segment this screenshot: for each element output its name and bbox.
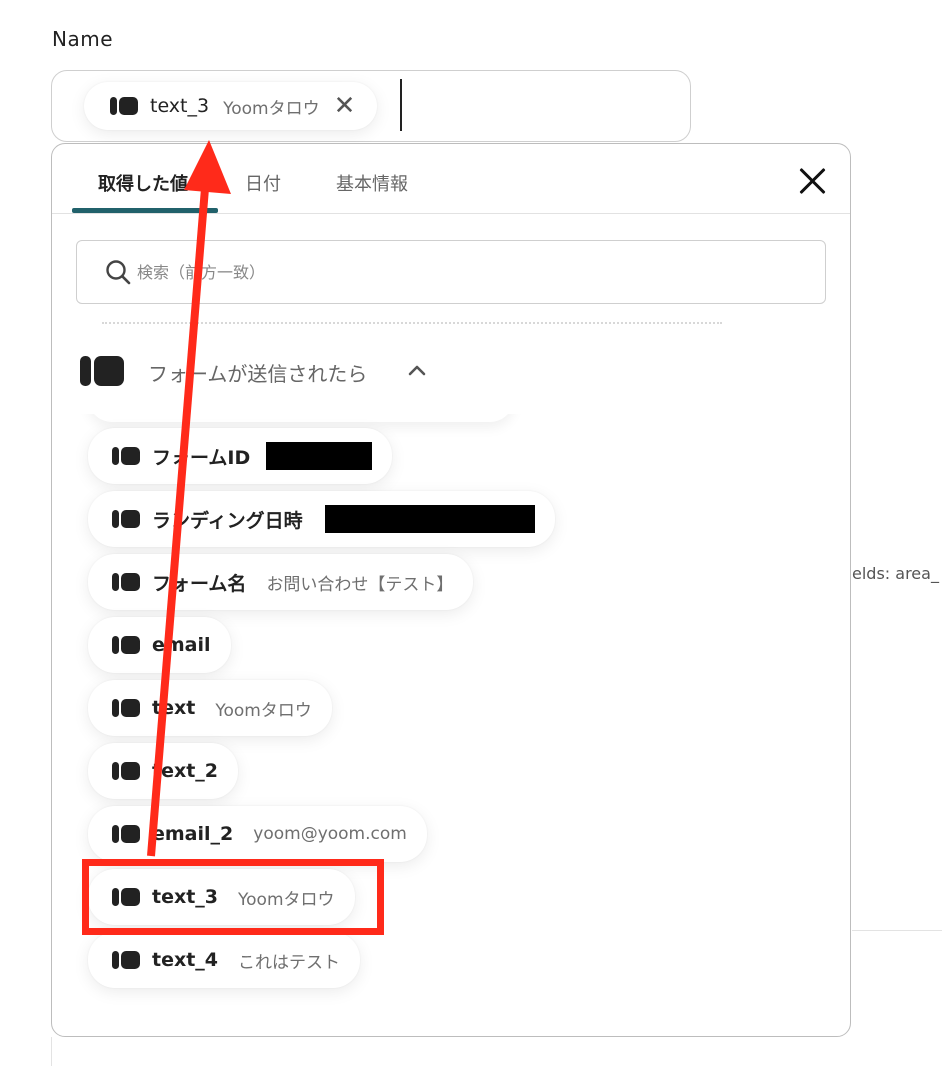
item-value: お問い合わせ【テスト】 (266, 574, 454, 595)
list-item[interactable]: フォームID (88, 428, 393, 484)
list-item[interactable]: text_2 (88, 743, 239, 799)
list-item[interactable]: ランディング日時 (88, 491, 555, 547)
selected-variable-chip[interactable]: text_3 Yoomタロウ ✕ (84, 82, 378, 130)
close-icon[interactable]: ✕ (334, 93, 356, 119)
item-key: text_4 (152, 949, 219, 971)
item-key: text (152, 697, 196, 719)
list-item[interactable]: フォーム名 お問い合わせ【テスト】 (88, 554, 474, 610)
variable-icon (112, 510, 140, 528)
variable-icon (112, 636, 140, 654)
variable-icon (112, 951, 140, 969)
background-divider (852, 930, 942, 931)
search-icon (106, 260, 131, 285)
variable-icon (112, 699, 140, 717)
list-item[interactable]: text_4 これはテスト (88, 932, 361, 988)
list-item[interactable]: email_2 yoom@yoom.com (88, 806, 427, 862)
variable-icon (112, 825, 140, 843)
group-title: フォームが送信されたら (148, 362, 368, 386)
variable-icon (112, 447, 140, 465)
item-key: ランディング日時 (152, 509, 303, 532)
redacted-value (324, 505, 535, 533)
close-button[interactable] (798, 166, 828, 196)
list-item[interactable]: text Yoomタロウ (88, 680, 332, 736)
item-key: text_2 (152, 760, 219, 782)
tab-obtained-values[interactable]: 取得した値 (98, 170, 188, 196)
redacted-value (266, 442, 373, 470)
chevron-up-icon[interactable] (404, 357, 430, 383)
name-input-field[interactable]: text_3 Yoomタロウ ✕ (51, 70, 691, 142)
item-key: email (152, 634, 211, 656)
search-input[interactable] (137, 249, 797, 295)
item-value: Yoomタロウ (215, 700, 312, 721)
active-tab-indicator (72, 208, 218, 213)
chip-value: Yoomタロウ (223, 98, 320, 119)
item-value: yoom@yoom.com (253, 824, 407, 844)
field-label: Name (52, 27, 114, 51)
variable-icon (110, 97, 138, 115)
tab-bar: 取得した値 日付 基本情報 (52, 144, 850, 214)
background-divider (51, 1037, 52, 1066)
trigger-icon (80, 356, 124, 386)
item-key: フォーム名 (152, 572, 247, 595)
group-header[interactable]: フォームが送信されたら (52, 334, 850, 414)
tab-basic-info[interactable]: 基本情報 (336, 170, 408, 196)
background-fragment: elds: area_ (852, 564, 939, 583)
scrolled-row-remnant (102, 322, 722, 332)
variable-icon (112, 573, 140, 591)
highlight-annotation-box (82, 859, 384, 935)
variable-icon (112, 762, 140, 780)
chip-key: text_3 (150, 95, 210, 117)
text-caret (400, 79, 402, 131)
item-value: これはテスト (238, 952, 341, 973)
item-key: フォームID (152, 446, 251, 469)
item-key: email_2 (152, 823, 234, 845)
tab-date[interactable]: 日付 (245, 170, 281, 196)
search-box[interactable] (76, 240, 826, 304)
list-item[interactable]: email (88, 617, 231, 673)
